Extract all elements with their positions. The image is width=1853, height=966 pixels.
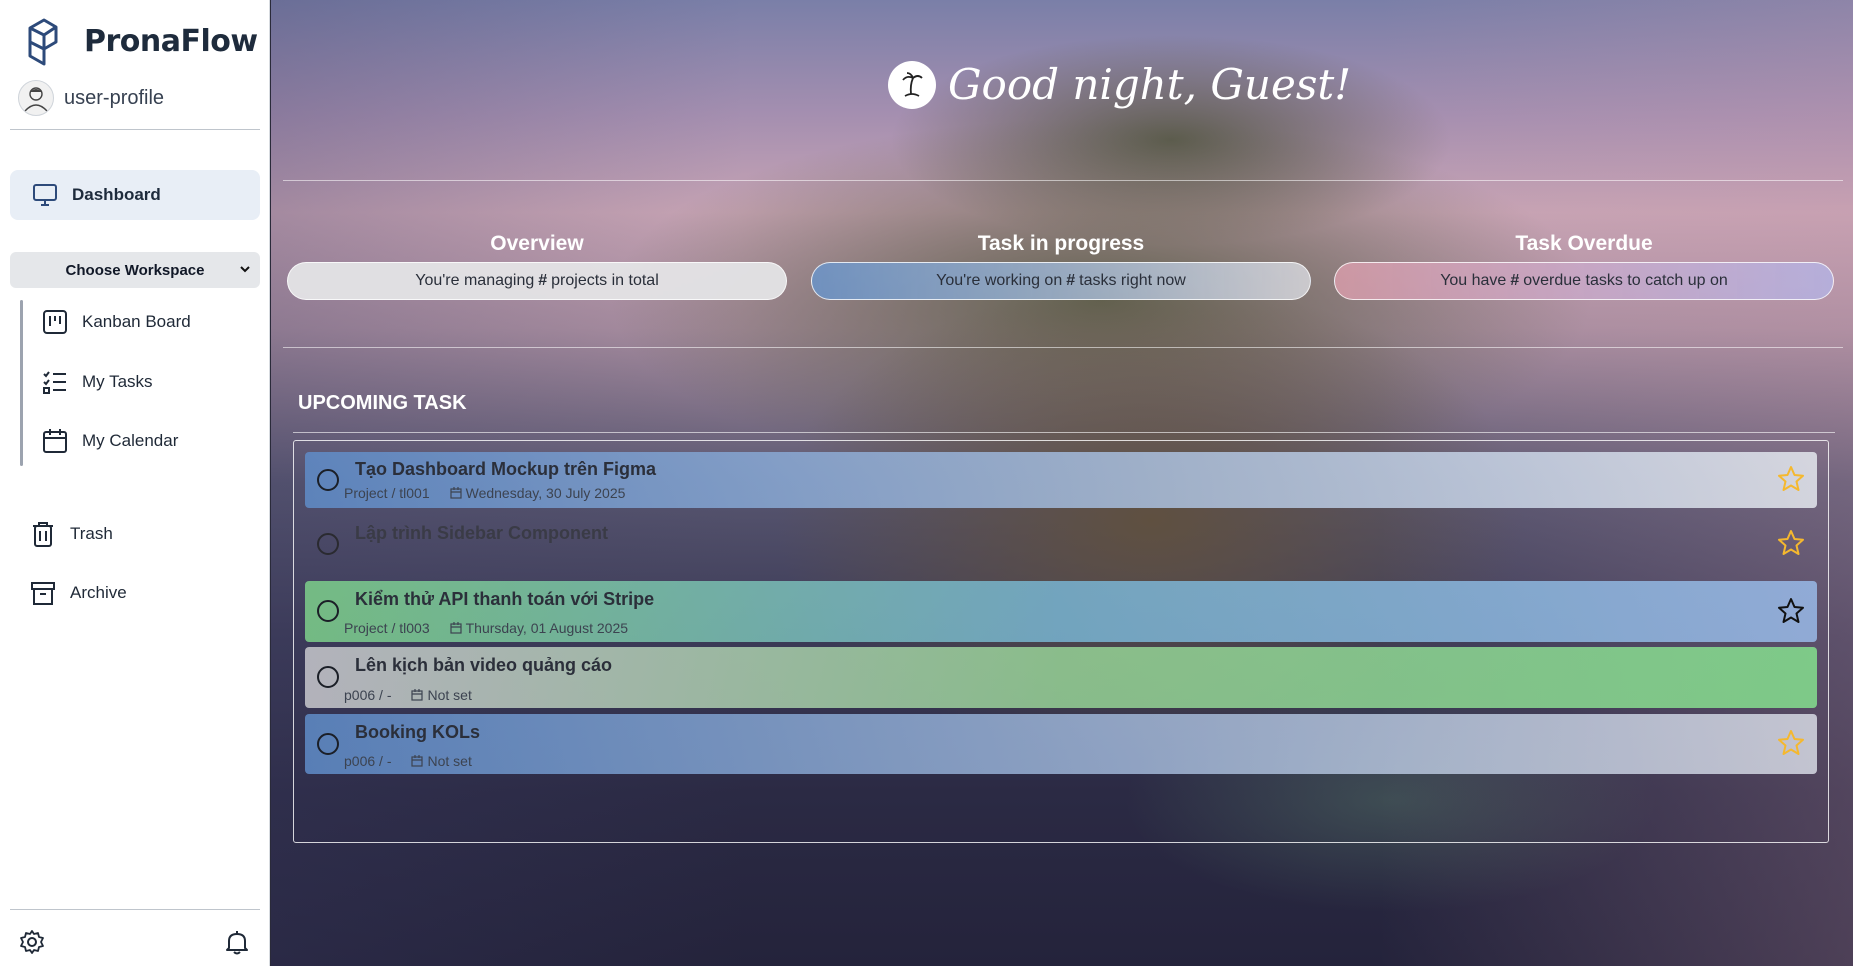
task-title: Tạo Dashboard Mockup trên Figma (355, 459, 657, 479)
task-date: Not set (427, 687, 472, 703)
stat-value: # (1510, 272, 1520, 289)
sidebar-item-my-calendar[interactable]: My Calendar (42, 421, 178, 461)
stat-value: # (1066, 272, 1076, 289)
star-icon[interactable] (1777, 465, 1805, 493)
kanban-icon (43, 310, 67, 334)
task-item[interactable]: Lên kịch bản video quảng cáo p006 / - No… (305, 647, 1817, 708)
avatar (18, 80, 54, 116)
star-icon[interactable] (1777, 729, 1805, 757)
sidebar-item-label: Dashboard (72, 185, 161, 204)
calendar-icon (450, 487, 462, 499)
task-meta: p006 / - Not set (344, 687, 472, 703)
task-project: Project / tl003 (344, 620, 430, 636)
workspace-rail (20, 300, 23, 466)
stat-pill: You have # overdue tasks to catch up on (1334, 262, 1834, 300)
stat-text: You're managing (415, 272, 535, 289)
sidebar-item-label: My Tasks (82, 372, 153, 391)
task-complete-checkbox[interactable] (317, 666, 339, 688)
divider (10, 129, 260, 130)
sidebar-item-kanban-board[interactable]: Kanban Board (42, 302, 191, 342)
stat-title: Overview (490, 232, 584, 255)
star-icon[interactable] (1777, 529, 1805, 557)
archive-icon (31, 582, 55, 605)
notifications-button[interactable] (223, 928, 251, 956)
stat-text: You're working on (936, 272, 1063, 289)
task-project: p006 / - (344, 687, 392, 703)
task-project: Project / tl001 (344, 485, 430, 501)
task-meta: p006 / - Not set (344, 753, 472, 769)
task-item[interactable]: Lập trình Sidebar Component (305, 516, 1817, 572)
stat-overview: Overview You're managing # projects in t… (287, 232, 787, 300)
task-meta: Project / tl003 Thursday, 01 August 2025 (344, 620, 628, 636)
task-title: Kiểm thử API thanh toán với Stripe (355, 589, 655, 609)
dashboard-main: Good night, Guest! Overview You're manag… (271, 0, 1853, 966)
stat-in-progress: Task in progress You're working on # tas… (811, 232, 1311, 300)
task-item[interactable]: Booking KOLs p006 / - Not set (305, 714, 1817, 774)
stat-text: overdue tasks to catch up on (1523, 272, 1728, 289)
task-item[interactable]: Kiểm thử API thanh toán với Stripe Proje… (305, 581, 1817, 642)
divider (283, 180, 1843, 181)
brand-name: PronaFlow (84, 24, 258, 59)
task-title: Booking KOLs (355, 722, 480, 742)
stat-title: Task Overdue (1515, 232, 1653, 255)
stat-text: tasks right now (1079, 272, 1186, 289)
greeting-text: Good night, Guest! (948, 60, 1352, 109)
stat-title: Task in progress (977, 232, 1145, 255)
sidebar-item-trash[interactable]: Trash (30, 514, 113, 554)
calendar-icon (43, 429, 67, 453)
task-title: Lập trình Sidebar Component (355, 523, 609, 543)
task-complete-checkbox[interactable] (317, 733, 339, 755)
tasks-list-icon (43, 371, 66, 394)
sidebar-item-label: Archive (70, 583, 127, 602)
upcoming-task-heading: UPCOMING TASK (298, 392, 467, 414)
settings-icon (20, 930, 44, 954)
stat-text: You have (1440, 272, 1507, 289)
task-complete-checkbox[interactable] (317, 600, 339, 622)
brand[interactable]: PronaFlow (24, 18, 258, 66)
sidebar-item-archive[interactable]: Archive (30, 573, 127, 613)
stat-pill: You're managing # projects in total (287, 262, 787, 300)
calendar-icon (450, 622, 462, 634)
pronaflow-logo-icon (28, 18, 58, 66)
task-project: p006 / - (344, 753, 392, 769)
sidebar: PronaFlow user-profile Dashboard Choose … (0, 0, 270, 966)
divider (10, 909, 260, 910)
task-date: Wednesday, 30 July 2025 (465, 485, 626, 501)
sidebar-item-label: Trash (70, 524, 113, 543)
avatar-icon (24, 87, 48, 112)
island-icon (888, 60, 936, 109)
sidebar-item-dashboard[interactable]: Dashboard (10, 170, 260, 220)
task-item[interactable]: Tạo Dashboard Mockup trên Figma Project … (305, 452, 1817, 508)
divider (283, 347, 1843, 348)
stat-pill: You're working on # tasks right now (811, 262, 1311, 300)
sidebar-item-label: My Calendar (82, 431, 179, 450)
sidebar-item-label: Kanban Board (82, 312, 191, 331)
stat-text: projects in total (551, 272, 659, 289)
sidebar-item-my-tasks[interactable]: My Tasks (42, 362, 153, 402)
task-date: Not set (427, 753, 472, 769)
monitor-icon (33, 184, 57, 206)
greeting: Good night, Guest! (888, 60, 1351, 109)
task-date: Thursday, 01 August 2025 (465, 620, 629, 636)
divider (293, 432, 1835, 433)
trash-icon (33, 522, 53, 547)
task-title: Lên kịch bản video quảng cáo (355, 655, 613, 675)
workspace-select-label: Choose Workspace (65, 261, 205, 279)
calendar-icon (411, 755, 424, 767)
calendar-icon (411, 689, 424, 701)
settings-button[interactable] (18, 928, 46, 956)
profile-name: user-profile (64, 86, 165, 109)
user-profile[interactable]: user-profile (18, 80, 164, 116)
task-meta: Project / tl001 Wednesday, 30 July 2025 (344, 485, 625, 501)
stat-value: # (538, 272, 548, 289)
workspace-select[interactable]: Choose Workspace (10, 252, 260, 288)
task-complete-checkbox[interactable] (317, 469, 339, 491)
task-complete-checkbox[interactable] (317, 533, 339, 555)
stat-overdue: Task Overdue You have # overdue tasks to… (1334, 232, 1834, 300)
bell-icon (226, 931, 248, 955)
star-icon[interactable] (1777, 597, 1805, 625)
chevron-down-icon (240, 266, 250, 273)
